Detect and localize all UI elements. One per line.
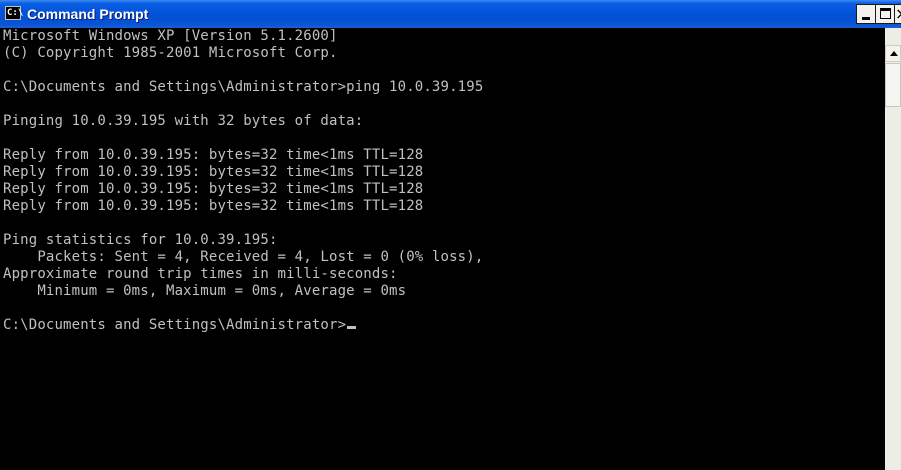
console-line: Reply from 10.0.39.195: bytes=32 time<1m… <box>3 147 424 163</box>
command-prompt-line[interactable]: C:\Documents and Settings\Administrator> <box>3 317 357 333</box>
scroll-up-button[interactable] <box>885 45 901 62</box>
console-line: (C) Copyright 1985-2001 Microsoft Corp. <box>3 45 338 61</box>
console-line: Reply from 10.0.39.195: bytes=32 time<1m… <box>3 164 424 180</box>
console-line: Ping statistics for 10.0.39.195: <box>3 232 278 248</box>
console-line: Packets: Sent = 4, Received = 4, Lost = … <box>3 249 484 265</box>
window-title: Command Prompt <box>27 6 149 22</box>
scrollbar-thumb[interactable] <box>885 63 901 107</box>
maximize-icon <box>880 8 891 19</box>
console-icon-glyph: C:\ <box>7 8 24 18</box>
console-line: Reply from 10.0.39.195: bytes=32 time<1m… <box>3 198 424 214</box>
console-line: Pinging 10.0.39.195 with 32 bytes of dat… <box>3 113 364 129</box>
vertical-scrollbar[interactable] <box>885 28 901 470</box>
text-cursor <box>347 326 357 329</box>
console-line: Approximate round trip times in milli-se… <box>3 266 398 282</box>
console-line: Reply from 10.0.39.195: bytes=32 time<1m… <box>3 181 424 197</box>
console-icon[interactable]: C:\ <box>5 6 24 20</box>
maximize-button[interactable] <box>875 4 895 24</box>
minimize-icon <box>862 17 870 20</box>
prompt-text: C:\Documents and Settings\Administrator> <box>3 317 347 333</box>
scrollbar-top-cap <box>885 28 901 45</box>
console-output[interactable]: Microsoft Windows XP [Version 5.1.2600] … <box>0 28 885 470</box>
console-line: Minimum = 0ms, Maximum = 0ms, Average = … <box>3 283 407 299</box>
console-line: Microsoft Windows XP [Version 5.1.2600] <box>3 28 338 44</box>
title-bar[interactable]: C:\ Command Prompt × <box>0 0 901 28</box>
close-icon: × <box>895 5 901 23</box>
arrow-up-icon <box>890 51 898 56</box>
command-prompt-window: C:\ Command Prompt × Microsoft Windows X… <box>0 0 901 470</box>
close-button[interactable]: × <box>894 4 901 24</box>
console-line: C:\Documents and Settings\Administrator>… <box>3 79 484 95</box>
minimize-button[interactable] <box>856 4 876 24</box>
